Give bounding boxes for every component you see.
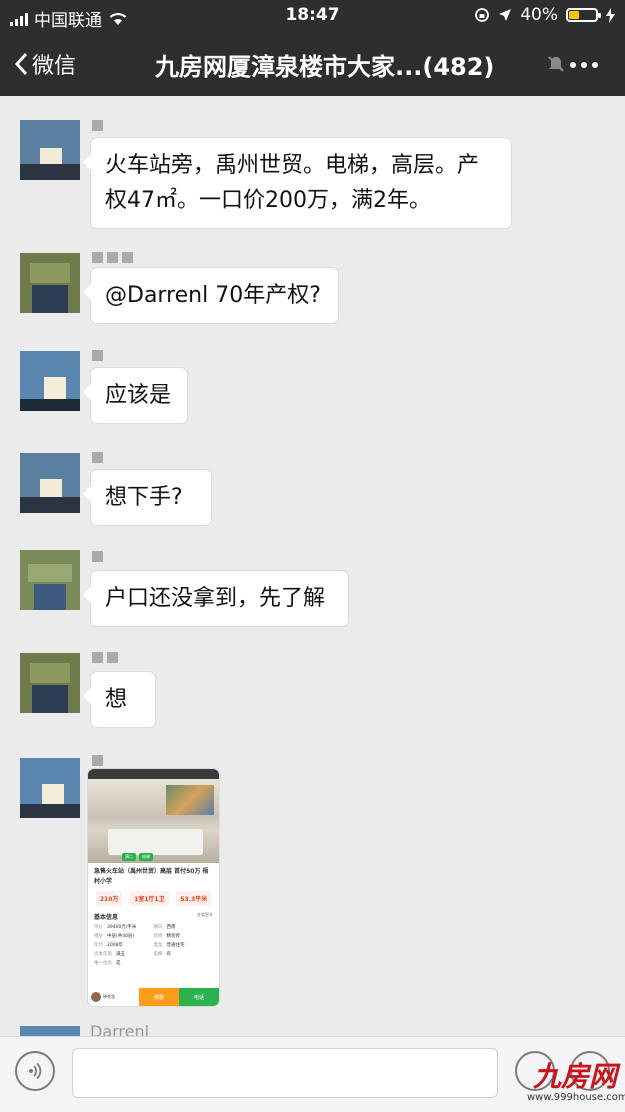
section-title: 基本信息	[94, 914, 119, 921]
listing-photo: 满二 电梯	[88, 779, 219, 863]
avatar[interactable]	[20, 653, 80, 713]
chat-title: 九房网厦漳泉楼市大家...(482)	[155, 53, 495, 81]
listing-title: 急售火车站（禹州世贸）高层 首付50万 梧村小学	[94, 868, 209, 885]
message-row: @Darrenl 70年产权?	[0, 250, 625, 330]
chat-agent-button: 微聊	[139, 988, 179, 1006]
sender-name	[92, 350, 107, 365]
avatar[interactable]	[20, 758, 80, 818]
watermark-brand: 九房网	[532, 1060, 617, 1093]
chevron-left-icon	[14, 52, 28, 76]
info-row: 唯一住房是	[94, 961, 121, 966]
message-bubble[interactable]: 户口还没拿到，先了解	[83, 571, 348, 626]
sender-name	[92, 252, 137, 267]
chat-header: 微信 九房网厦漳泉楼市大家...(482)	[0, 32, 625, 96]
avatar[interactable]	[20, 453, 80, 513]
info-row: 年代 2008年 类型 普通住宅	[94, 943, 185, 948]
avatar[interactable]	[20, 253, 80, 313]
battery-icon	[566, 8, 601, 22]
listing-price: 210万	[95, 891, 123, 906]
section-more-link: 查看更多	[197, 912, 213, 917]
avatar[interactable]	[20, 550, 80, 610]
sender-name	[92, 551, 107, 566]
message-bubble[interactable]: 想	[83, 672, 155, 727]
back-label: 微信	[32, 54, 77, 79]
sender-name	[92, 652, 122, 667]
avatar[interactable]	[20, 1026, 80, 1036]
info-table: 单价 39400元/平米 朝向 西南 楼层 中层(共40层) 装修 精装修 年代 2008…	[88, 923, 219, 968]
back-button[interactable]: 微信	[14, 48, 76, 80]
avatar[interactable]	[20, 120, 80, 180]
voice-icon	[29, 1062, 42, 1080]
call-agent-button: 电话	[179, 988, 219, 1006]
message-bubble[interactable]: @Darrenl 70年产权?	[83, 268, 338, 323]
listing-screenshot[interactable]: 满二 电梯 急售火车站（禹州世贸）高层 首付50万 梧村小学 210万 1室1厅…	[88, 769, 219, 1006]
watermark-url: www.999house.com	[527, 1092, 625, 1103]
listing-tag: 电梯	[139, 853, 153, 861]
sender-name	[92, 120, 107, 135]
info-row: 房本年限 满五 电梯有	[94, 952, 171, 957]
location-icon	[499, 9, 512, 21]
rotation-lock-icon	[475, 8, 490, 22]
message-row: 想	[0, 650, 625, 730]
listing-area: 53.3平米	[176, 891, 212, 906]
avatar[interactable]	[20, 351, 80, 411]
watermark-logo: 九房网 www.999house.com	[527, 1060, 625, 1110]
listing-layout: 1室1厅1卫	[130, 891, 169, 906]
message-input[interactable]	[72, 1048, 498, 1098]
voice-button[interactable]	[15, 1051, 55, 1091]
battery-percent: 40%	[520, 5, 558, 25]
message-bubble[interactable]: 想下手?	[83, 470, 211, 525]
message-bubble[interactable]: 应该是	[83, 368, 187, 423]
info-row: 楼层 中层(共40层) 装修 精装修	[94, 934, 180, 939]
mute-icon	[548, 56, 564, 72]
sender-name	[92, 452, 107, 467]
status-bar: 中国联通 18:47 40%	[0, 0, 625, 32]
info-row: 单价 39400元/平米 朝向 西南	[94, 925, 176, 930]
message-row: 火车站旁，禹州世贸。电梯，高层。产权47㎡。一口价200万，满2年。	[0, 115, 625, 228]
charging-icon	[606, 7, 615, 23]
sender-name	[92, 755, 107, 770]
message-row: 想下手?	[0, 450, 625, 530]
agent-info: 钟秀龙	[88, 988, 139, 1006]
listing-tag: 满二	[122, 853, 136, 861]
card-status-bar	[88, 769, 219, 779]
more-icon[interactable]	[570, 62, 598, 68]
message-row: 户口还没拿到，先了解	[0, 547, 625, 632]
message-bubble[interactable]: 火车站旁，禹州世贸。电梯，高层。产权47㎡。一口价200万，满2年。	[83, 138, 511, 228]
agent-avatar	[91, 992, 101, 1002]
message-row: 应该是	[0, 348, 625, 428]
